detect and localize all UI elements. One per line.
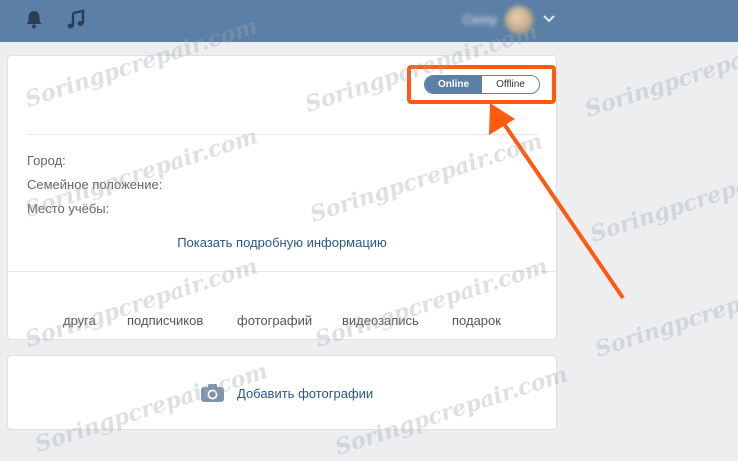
counter-photos[interactable]: фотографий xyxy=(237,313,312,328)
top-bar: Сemy xyxy=(0,0,738,42)
avatar xyxy=(505,6,533,34)
bell-icon[interactable] xyxy=(22,8,46,32)
watermark: Soringpcrepair.com xyxy=(586,148,738,248)
profile-info-card: Online Offline Город: Семейное положение… xyxy=(7,55,557,340)
camera-icon xyxy=(200,383,225,403)
add-photos-button[interactable]: Добавить фотографии xyxy=(200,382,373,404)
education-label: Место учёбы: xyxy=(27,201,110,216)
counter-friends[interactable]: друга xyxy=(63,313,96,328)
user-name: Сemy xyxy=(463,12,497,27)
watermark: Soringpcrepair.com xyxy=(591,263,738,363)
marital-status-label: Семейное положение: xyxy=(27,177,163,192)
user-menu[interactable]: Сemy xyxy=(455,4,575,36)
counter-followers[interactable]: подписчиков xyxy=(127,313,203,328)
add-photos-label: Добавить фотографии xyxy=(237,385,374,401)
counter-gifts[interactable]: подарок xyxy=(452,313,501,328)
annotation-highlight-box xyxy=(407,65,556,104)
show-details-link[interactable]: Показать подробную информацию xyxy=(8,235,556,250)
divider xyxy=(27,134,538,135)
chevron-down-icon xyxy=(543,14,555,24)
counter-videos[interactable]: видеозапись xyxy=(342,313,419,328)
music-note-icon[interactable] xyxy=(64,8,88,32)
divider xyxy=(8,271,556,272)
photos-card: Добавить фотографии xyxy=(7,355,557,430)
city-label: Город: xyxy=(27,153,66,168)
